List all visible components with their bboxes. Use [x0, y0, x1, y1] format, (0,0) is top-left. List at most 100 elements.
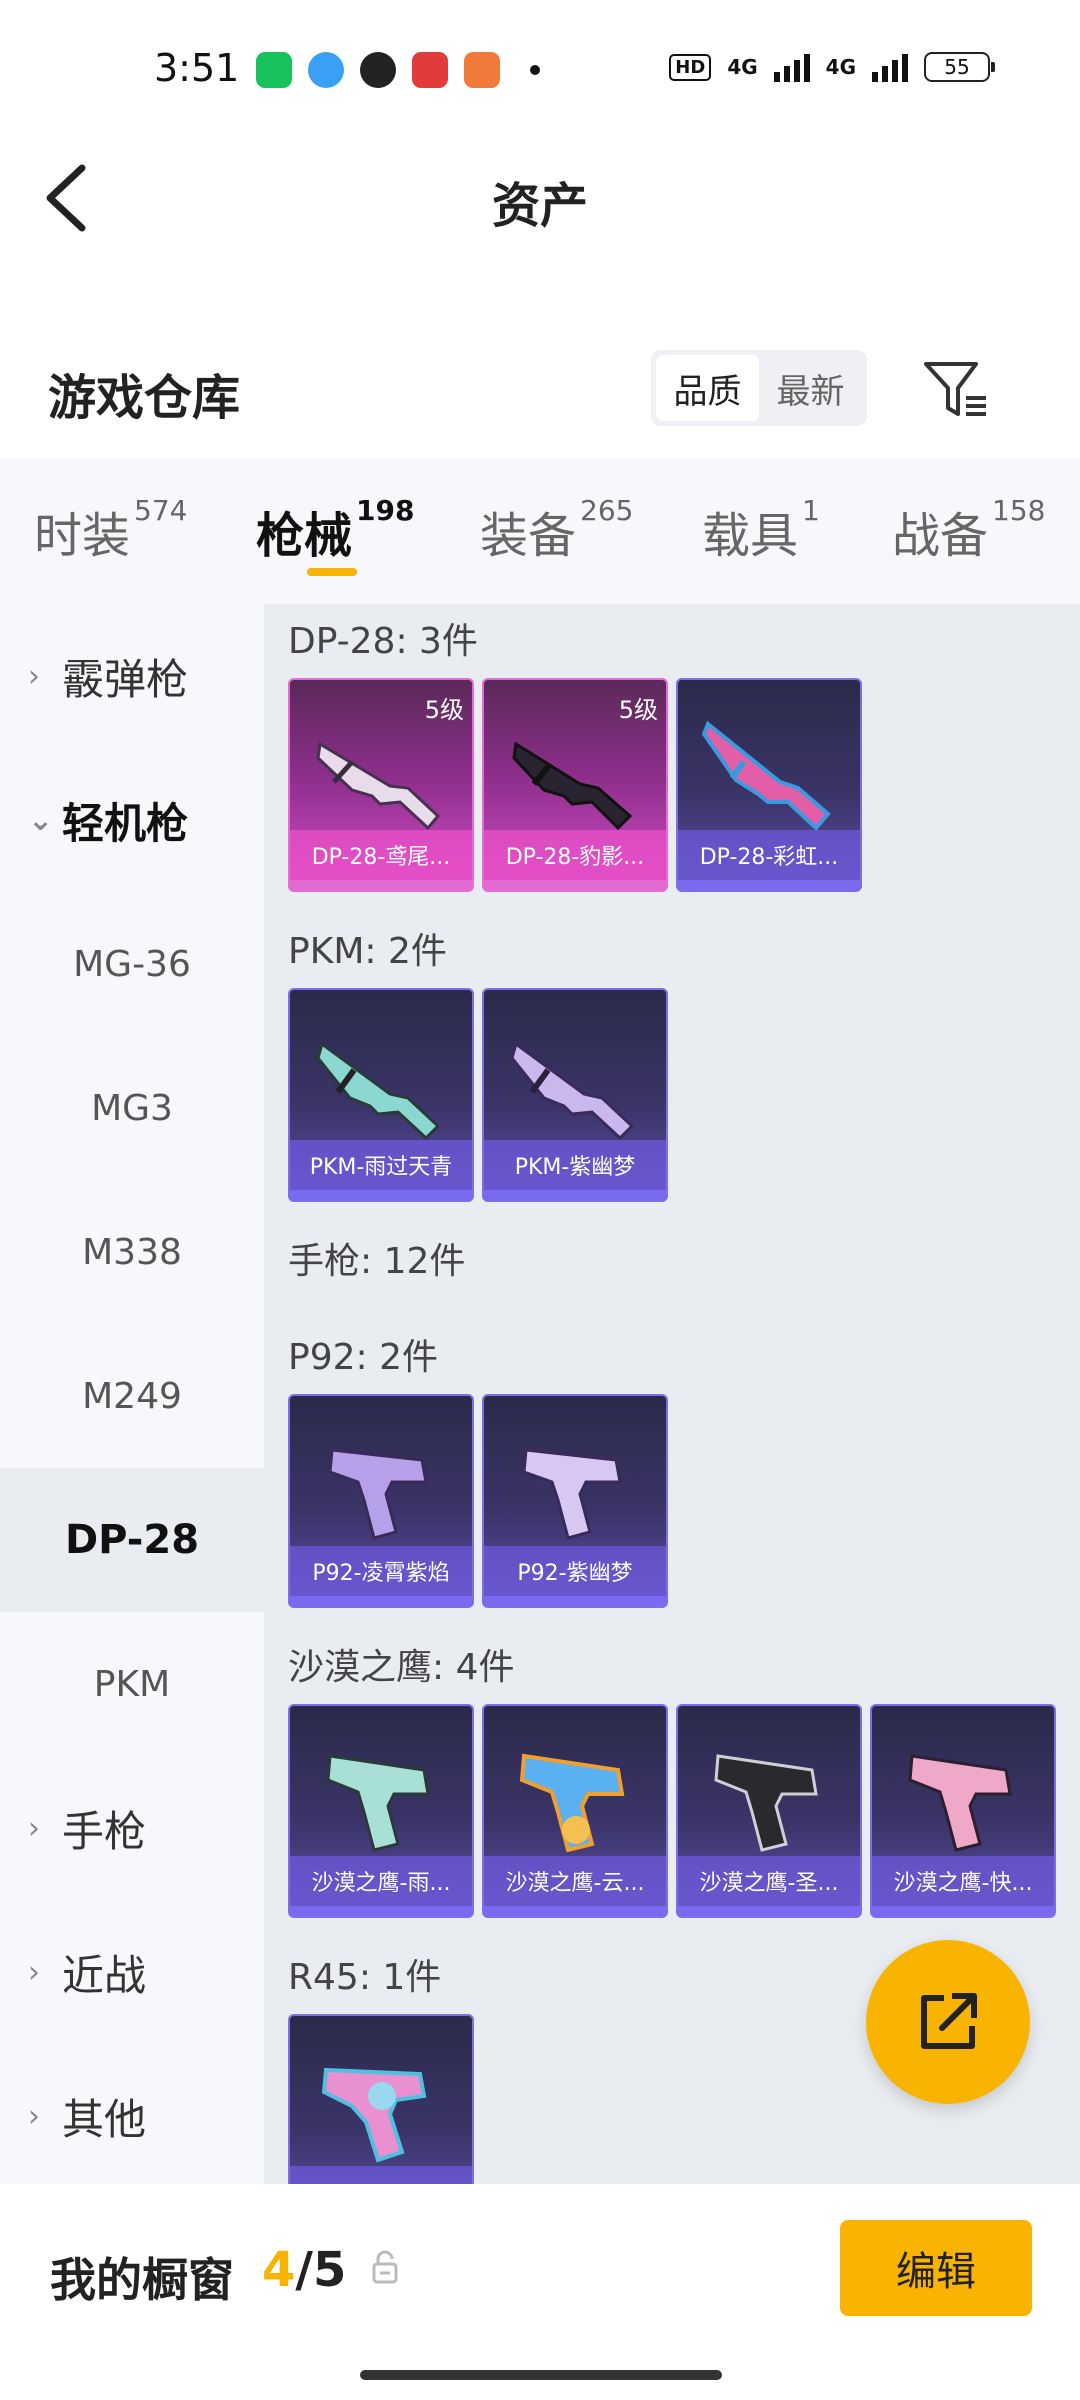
sidebar-item-dp28[interactable]: DP-28: [0, 1468, 264, 1612]
status-time: 3:51: [154, 46, 240, 90]
sidebar-item-pistol[interactable]: › 手枪: [0, 1756, 264, 1900]
showcase-separator: /: [295, 2242, 313, 2298]
sidebar-item-pkm[interactable]: PKM: [0, 1612, 264, 1756]
rifle-icon: [510, 1041, 635, 1141]
tab-label: 时装: [34, 508, 131, 564]
edit-button[interactable]: 编辑: [840, 2220, 1032, 2316]
sort-option-quality[interactable]: 品质: [656, 355, 759, 421]
card-footer: [678, 880, 860, 890]
card-footer: [290, 880, 472, 890]
system-status: HD 4G 4G 55: [669, 52, 995, 82]
tab-label: 枪械: [256, 508, 353, 564]
weapon-card[interactable]: [288, 2014, 474, 2184]
status-bar: 3:51 HD 4G 4G 55: [0, 0, 1080, 140]
section-label: 沙漠之鹰: 4件: [288, 1647, 515, 1688]
weapon-card[interactable]: 5级 DP-28-鸢尾...: [288, 678, 474, 892]
weapon-card[interactable]: 沙漠之鹰-云...: [482, 1704, 668, 1918]
pistol-icon: [522, 1448, 622, 1540]
section-label: PKM: 2件: [288, 931, 447, 972]
weapon-card[interactable]: DP-28-彩虹...: [676, 678, 862, 892]
chevron-right-icon: ›: [28, 2098, 40, 2134]
sidebar-item-label: 近战: [62, 1950, 147, 2000]
sidebar-item-mg36[interactable]: MG-36: [0, 892, 264, 1036]
rifle-icon: [512, 741, 633, 831]
weapon-name: P92-紫幽梦: [484, 1546, 666, 1596]
sidebar-item-shotgun[interactable]: › 霰弹枪: [0, 604, 264, 748]
weapon-card[interactable]: P92-紫幽梦: [482, 1394, 668, 1608]
home-indicator[interactable]: [360, 2370, 722, 2380]
showcase-bar: 我的橱窗 4/5 编辑: [0, 2184, 1080, 2400]
weapon-name: 沙漠之鹰-圣...: [678, 1856, 860, 1906]
weapon-name: PKM-雨过天青: [290, 1140, 472, 1190]
tab-count: 198: [356, 494, 415, 527]
sidebar-item-lmg[interactable]: ⌄ 轻机枪: [0, 748, 264, 892]
chevron-right-icon: ›: [28, 658, 40, 694]
weapon-card[interactable]: 沙漠之鹰-圣...: [676, 1704, 862, 1918]
tab-firearms[interactable]: 枪械 198: [256, 494, 415, 566]
tab-vehicles[interactable]: 载具 1: [702, 494, 820, 566]
weapon-card[interactable]: PKM-雨过天青: [288, 988, 474, 1202]
showcase-label: 我的橱窗: [50, 2253, 234, 2307]
section-label: R45: 1件: [288, 1957, 442, 1998]
sidebar-item-label: 霰弹枪: [62, 654, 189, 704]
section-label: 手枪: 12件: [288, 1241, 466, 1282]
tab-label: 装备: [480, 508, 577, 564]
weapon-card[interactable]: 沙漠之鹰-雨...: [288, 1704, 474, 1918]
tab-count: 158: [992, 494, 1046, 527]
tab-supplies[interactable]: 战备 158: [892, 494, 1046, 566]
sidebar-item-other[interactable]: › 其他: [0, 2044, 264, 2188]
tab-label: 载具: [702, 508, 799, 564]
weapon-category-sidebar: › 霰弹枪 ⌄ 轻机枪 MG-36 MG3 M338 M249 DP-28 PKM …: [0, 604, 264, 2184]
rifle-icon: [316, 1041, 441, 1141]
weapon-card[interactable]: P92-凌霄紫焰: [288, 1394, 474, 1608]
tab-label: 战备: [892, 508, 989, 564]
tab-count: 1: [802, 494, 820, 527]
network-type-label: 4G: [727, 55, 758, 79]
weapon-name: DP-28-鸢尾...: [290, 830, 472, 880]
header: 资产: [0, 140, 1080, 250]
sort-option-newest[interactable]: 最新: [759, 355, 862, 421]
tab-count: 574: [134, 494, 188, 527]
weapon-card[interactable]: 沙漠之鹰-快...: [870, 1704, 1056, 1918]
warehouse-title: 游戏仓库: [48, 370, 241, 426]
weapon-card[interactable]: 5级 DP-28-豹影...: [482, 678, 668, 892]
share-button[interactable]: [866, 1940, 1030, 2104]
hd-icon: HD: [669, 53, 712, 81]
weapon-card[interactable]: PKM-紫幽梦: [482, 988, 668, 1202]
share-icon: [921, 1993, 977, 2049]
page-title: 资产: [491, 178, 588, 234]
chevron-right-icon: ›: [28, 1954, 40, 1990]
sort-toggle: 品质 最新: [651, 350, 867, 426]
showcase-current: 4: [262, 2242, 296, 2298]
pistol-icon: [326, 1754, 430, 1852]
card-footer: [872, 1906, 1054, 1916]
sidebar-item-melee[interactable]: › 近战: [0, 1900, 264, 2044]
filter-button[interactable]: [920, 356, 990, 422]
sidebar-item-m338[interactable]: M338: [0, 1180, 264, 1324]
pistol-icon: [328, 1448, 428, 1540]
pistol-icon: [908, 1754, 1012, 1852]
chevron-right-icon: ›: [28, 1810, 40, 1846]
sidebar-item-label: 轻机枪: [62, 798, 189, 848]
category-tabs: 时装 574 枪械 198 装备 265 载具 1 战备 158: [0, 458, 1080, 604]
rifle-icon: [701, 720, 831, 831]
battery-level: 55: [944, 55, 970, 79]
sidebar-item-mg3[interactable]: MG3: [0, 1036, 264, 1180]
card-footer: [484, 1596, 666, 1606]
notification-icons: [256, 52, 540, 88]
sidebar-item-m249[interactable]: M249: [0, 1324, 264, 1468]
tab-equipment[interactable]: 装备 265: [480, 494, 633, 566]
sidebar-item-label: 手枪: [62, 1806, 147, 1856]
pistol-icon: [714, 1754, 818, 1852]
weapon-name: 沙漠之鹰-雨...: [290, 1856, 472, 1906]
section-label: DP-28: 3件: [288, 621, 478, 662]
app-notification-icon: [256, 52, 292, 88]
network-type-label: 4G: [825, 55, 856, 79]
card-footer: [290, 1190, 472, 1200]
card-footer: [484, 1190, 666, 1200]
weapon-name: DP-28-彩虹...: [678, 830, 860, 880]
music-icon: [412, 52, 448, 88]
tab-fashion[interactable]: 时装 574: [34, 494, 188, 566]
chevron-down-icon: ⌄: [28, 802, 54, 838]
battery-icon: 55: [924, 52, 995, 82]
